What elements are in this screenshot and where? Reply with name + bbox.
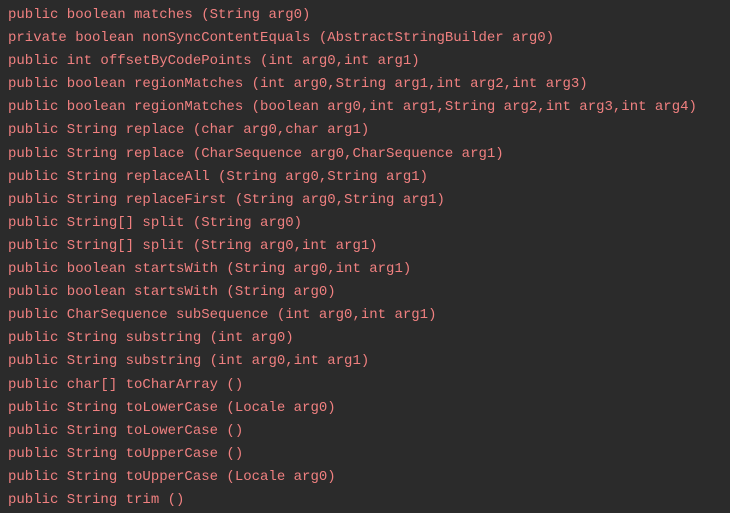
method-signature: public String toUpperCase (Locale arg0) [8,466,722,489]
method-signature: public boolean startsWith (String arg0) [8,281,722,304]
method-signature: public int offsetByCodePoints (int arg0,… [8,50,722,73]
method-signature: public String replaceAll (String arg0,St… [8,166,722,189]
method-signature: public String toUpperCase () [8,443,722,466]
method-signature: public boolean regionMatches (boolean ar… [8,96,722,119]
method-signature: public String toLowerCase () [8,420,722,443]
method-signature: private boolean nonSyncContentEquals (Ab… [8,27,722,50]
method-signature: public String[] split (String arg0,int a… [8,235,722,258]
method-signature: public String trim () [8,489,722,512]
method-signature: public boolean startsWith (String arg0,i… [8,258,722,281]
method-signature: public String replace (CharSequence arg0… [8,143,722,166]
method-signature: public boolean matches (String arg0) [8,4,722,27]
method-signature: public String substring (int arg0) [8,327,722,350]
method-signature: public String[] split (String arg0) [8,212,722,235]
method-signature-list: public boolean matches (String arg0)priv… [8,4,722,512]
method-signature: public String toLowerCase (Locale arg0) [8,397,722,420]
method-signature: public String substring (int arg0,int ar… [8,350,722,373]
method-signature: public String replace (char arg0,char ar… [8,119,722,142]
method-signature: public boolean regionMatches (int arg0,S… [8,73,722,96]
method-signature: public String replaceFirst (String arg0,… [8,189,722,212]
method-signature: public CharSequence subSequence (int arg… [8,304,722,327]
method-signature: public char[] toCharArray () [8,374,722,397]
